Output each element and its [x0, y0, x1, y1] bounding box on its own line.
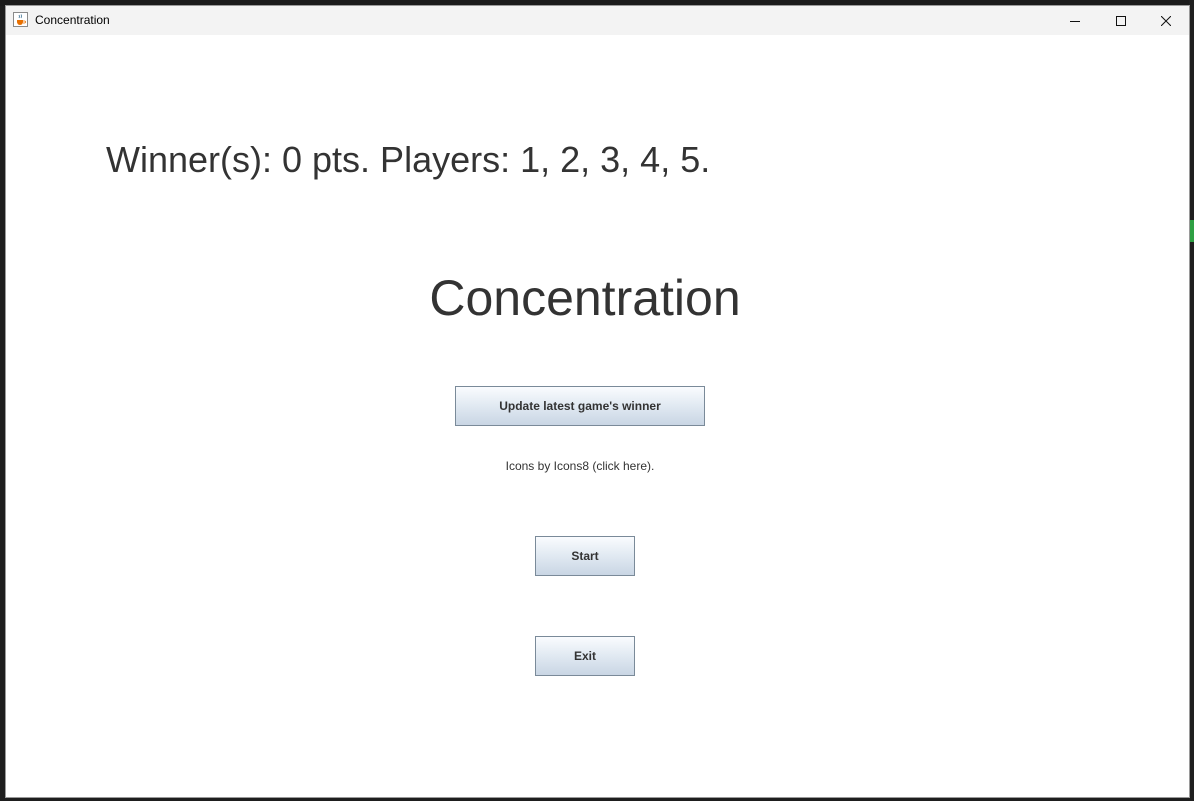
icons-credit-link[interactable]: Icons by Icons8 (click here).: [6, 459, 1154, 473]
desktop-background-accent: [1189, 220, 1194, 242]
main-panel: Winner(s): 0 pts. Players: 1, 2, 3, 4, 5…: [6, 35, 1189, 797]
winner-label: Winner(s): 0 pts. Players: 1, 2, 3, 4, 5…: [106, 139, 711, 180]
update-winner-button[interactable]: Update latest game's winner: [455, 386, 705, 426]
minimize-button[interactable]: [1052, 6, 1098, 35]
game-title: Concentration: [429, 270, 741, 326]
start-button[interactable]: Start: [535, 536, 635, 576]
maximize-icon: [1116, 15, 1126, 26]
maximize-button[interactable]: [1098, 6, 1144, 35]
minimize-icon: [1070, 20, 1080, 22]
java-cup-icon: [13, 12, 28, 27]
close-button[interactable]: [1143, 6, 1189, 35]
title-bar[interactable]: Concentration: [6, 6, 1189, 35]
app-window: Concentration Winner(s): 0 pts. Players:…: [6, 6, 1189, 797]
window-title: Concentration: [35, 13, 110, 27]
close-icon: [1161, 15, 1171, 26]
desktop-background-strip: [1189, 0, 1194, 801]
exit-button[interactable]: Exit: [535, 636, 635, 676]
